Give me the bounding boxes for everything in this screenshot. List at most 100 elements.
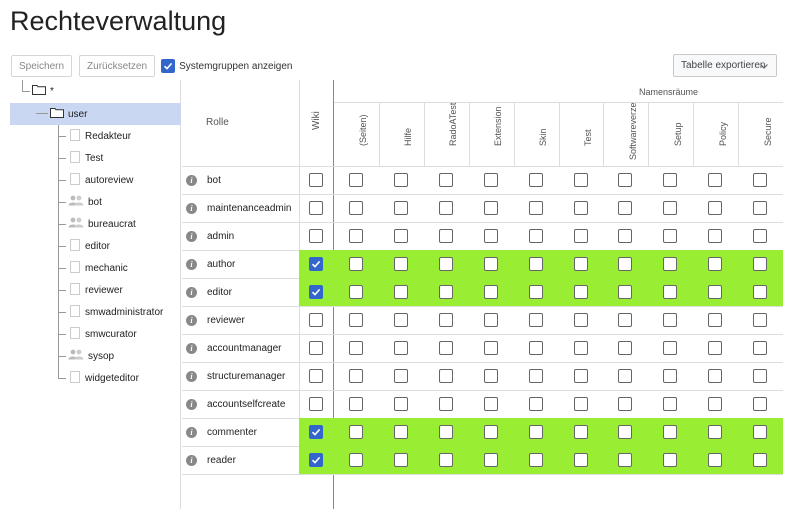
wiki-permission-checkbox[interactable] (309, 369, 323, 383)
namespace-permission-checkbox[interactable] (574, 397, 588, 411)
namespace-permission-checkbox[interactable] (484, 369, 498, 383)
namespace-permission-checkbox[interactable] (394, 453, 408, 467)
namespace-permission-checkbox[interactable] (753, 285, 767, 299)
tree-node-user[interactable]: user (10, 103, 181, 125)
namespace-permission-checkbox[interactable] (618, 313, 632, 327)
tree-node-widgeteditor[interactable]: widgeteditor (68, 367, 180, 389)
namespace-permission-checkbox[interactable] (663, 285, 677, 299)
namespace-permission-checkbox[interactable] (439, 229, 453, 243)
wiki-permission-checkbox[interactable] (309, 229, 323, 243)
namespace-permission-checkbox[interactable] (663, 397, 677, 411)
namespace-permission-checkbox[interactable] (574, 313, 588, 327)
namespace-permission-checkbox[interactable] (439, 313, 453, 327)
namespace-permission-checkbox[interactable] (753, 425, 767, 439)
tree-node-test[interactable]: Test (68, 147, 180, 169)
tree-node-editor[interactable]: editor (68, 235, 180, 257)
info-icon[interactable]: i (186, 342, 197, 354)
wiki-permission-checkbox[interactable] (309, 397, 323, 411)
namespace-permission-checkbox[interactable] (439, 341, 453, 355)
namespace-permission-checkbox[interactable] (574, 201, 588, 215)
namespace-permission-checkbox[interactable] (349, 369, 363, 383)
namespace-permission-checkbox[interactable] (753, 201, 767, 215)
namespace-permission-checkbox[interactable] (618, 173, 632, 187)
namespace-permission-checkbox[interactable] (708, 229, 722, 243)
namespace-permission-checkbox[interactable] (349, 397, 363, 411)
namespace-permission-checkbox[interactable] (618, 285, 632, 299)
namespace-permission-checkbox[interactable] (484, 201, 498, 215)
namespace-permission-checkbox[interactable] (663, 341, 677, 355)
namespace-permission-checkbox[interactable] (529, 173, 543, 187)
info-icon[interactable]: i (186, 454, 197, 466)
wiki-permission-checkbox[interactable] (309, 201, 323, 215)
namespace-permission-checkbox[interactable] (708, 285, 722, 299)
namespace-permission-checkbox[interactable] (394, 341, 408, 355)
wiki-permission-checkbox[interactable] (309, 313, 323, 327)
namespace-permission-checkbox[interactable] (439, 257, 453, 271)
namespace-permission-checkbox[interactable] (529, 453, 543, 467)
namespace-permission-checkbox[interactable] (349, 425, 363, 439)
namespace-permission-checkbox[interactable] (484, 313, 498, 327)
info-icon[interactable]: i (186, 426, 197, 438)
namespace-permission-checkbox[interactable] (663, 425, 677, 439)
namespace-permission-checkbox[interactable] (618, 397, 632, 411)
namespace-permission-checkbox[interactable] (529, 313, 543, 327)
namespace-permission-checkbox[interactable] (574, 453, 588, 467)
namespace-permission-checkbox[interactable] (484, 397, 498, 411)
namespace-permission-checkbox[interactable] (753, 257, 767, 271)
namespace-permission-checkbox[interactable] (349, 229, 363, 243)
namespace-permission-checkbox[interactable] (484, 425, 498, 439)
namespace-permission-checkbox[interactable] (663, 173, 677, 187)
wiki-permission-checkbox[interactable] (309, 285, 323, 299)
namespace-permission-checkbox[interactable] (394, 173, 408, 187)
namespace-permission-checkbox[interactable] (753, 369, 767, 383)
info-icon[interactable]: i (186, 258, 197, 270)
namespace-permission-checkbox[interactable] (708, 341, 722, 355)
namespace-permission-checkbox[interactable] (439, 285, 453, 299)
namespace-permission-checkbox[interactable] (574, 369, 588, 383)
tree-node-mechanic[interactable]: mechanic (68, 257, 180, 279)
namespace-permission-checkbox[interactable] (529, 201, 543, 215)
namespace-permission-checkbox[interactable] (663, 229, 677, 243)
namespace-permission-checkbox[interactable] (753, 313, 767, 327)
reset-button[interactable]: Zurücksetzen (79, 55, 156, 77)
namespace-permission-checkbox[interactable] (663, 369, 677, 383)
namespace-permission-checkbox[interactable] (663, 257, 677, 271)
namespace-permission-checkbox[interactable] (663, 201, 677, 215)
namespace-permission-checkbox[interactable] (394, 285, 408, 299)
namespace-permission-checkbox[interactable] (574, 257, 588, 271)
namespace-permission-checkbox[interactable] (529, 229, 543, 243)
namespace-permission-checkbox[interactable] (529, 425, 543, 439)
namespace-permission-checkbox[interactable] (439, 453, 453, 467)
tree-node-bureaucrat[interactable]: bureaucrat (68, 213, 180, 235)
wiki-permission-checkbox[interactable] (309, 425, 323, 439)
namespace-permission-checkbox[interactable] (529, 257, 543, 271)
namespace-permission-checkbox[interactable] (484, 173, 498, 187)
namespace-permission-checkbox[interactable] (484, 229, 498, 243)
namespace-permission-checkbox[interactable] (708, 425, 722, 439)
namespace-permission-checkbox[interactable] (663, 313, 677, 327)
namespace-permission-checkbox[interactable] (618, 369, 632, 383)
save-button[interactable]: Speichern (11, 55, 73, 77)
namespace-permission-checkbox[interactable] (618, 341, 632, 355)
namespace-permission-checkbox[interactable] (529, 341, 543, 355)
info-icon[interactable]: i (186, 314, 197, 326)
namespace-permission-checkbox[interactable] (529, 369, 543, 383)
namespace-permission-checkbox[interactable] (349, 341, 363, 355)
namespace-permission-checkbox[interactable] (753, 229, 767, 243)
namespace-permission-checkbox[interactable] (708, 397, 722, 411)
info-icon[interactable]: i (186, 174, 197, 186)
tree-node-redakteur[interactable]: Redakteur (68, 125, 180, 147)
info-icon[interactable]: i (186, 230, 197, 242)
export-table-button[interactable]: Tabelle exportieren (673, 54, 777, 77)
namespace-permission-checkbox[interactable] (708, 369, 722, 383)
namespace-permission-checkbox[interactable] (574, 425, 588, 439)
namespace-permission-checkbox[interactable] (574, 173, 588, 187)
namespace-permission-checkbox[interactable] (753, 341, 767, 355)
namespace-permission-checkbox[interactable] (349, 201, 363, 215)
show-system-groups-toggle[interactable]: Systemgruppen anzeigen (161, 59, 292, 73)
namespace-permission-checkbox[interactable] (663, 453, 677, 467)
namespace-permission-checkbox[interactable] (394, 369, 408, 383)
namespace-permission-checkbox[interactable] (574, 341, 588, 355)
namespace-permission-checkbox[interactable] (439, 369, 453, 383)
namespace-permission-checkbox[interactable] (484, 285, 498, 299)
